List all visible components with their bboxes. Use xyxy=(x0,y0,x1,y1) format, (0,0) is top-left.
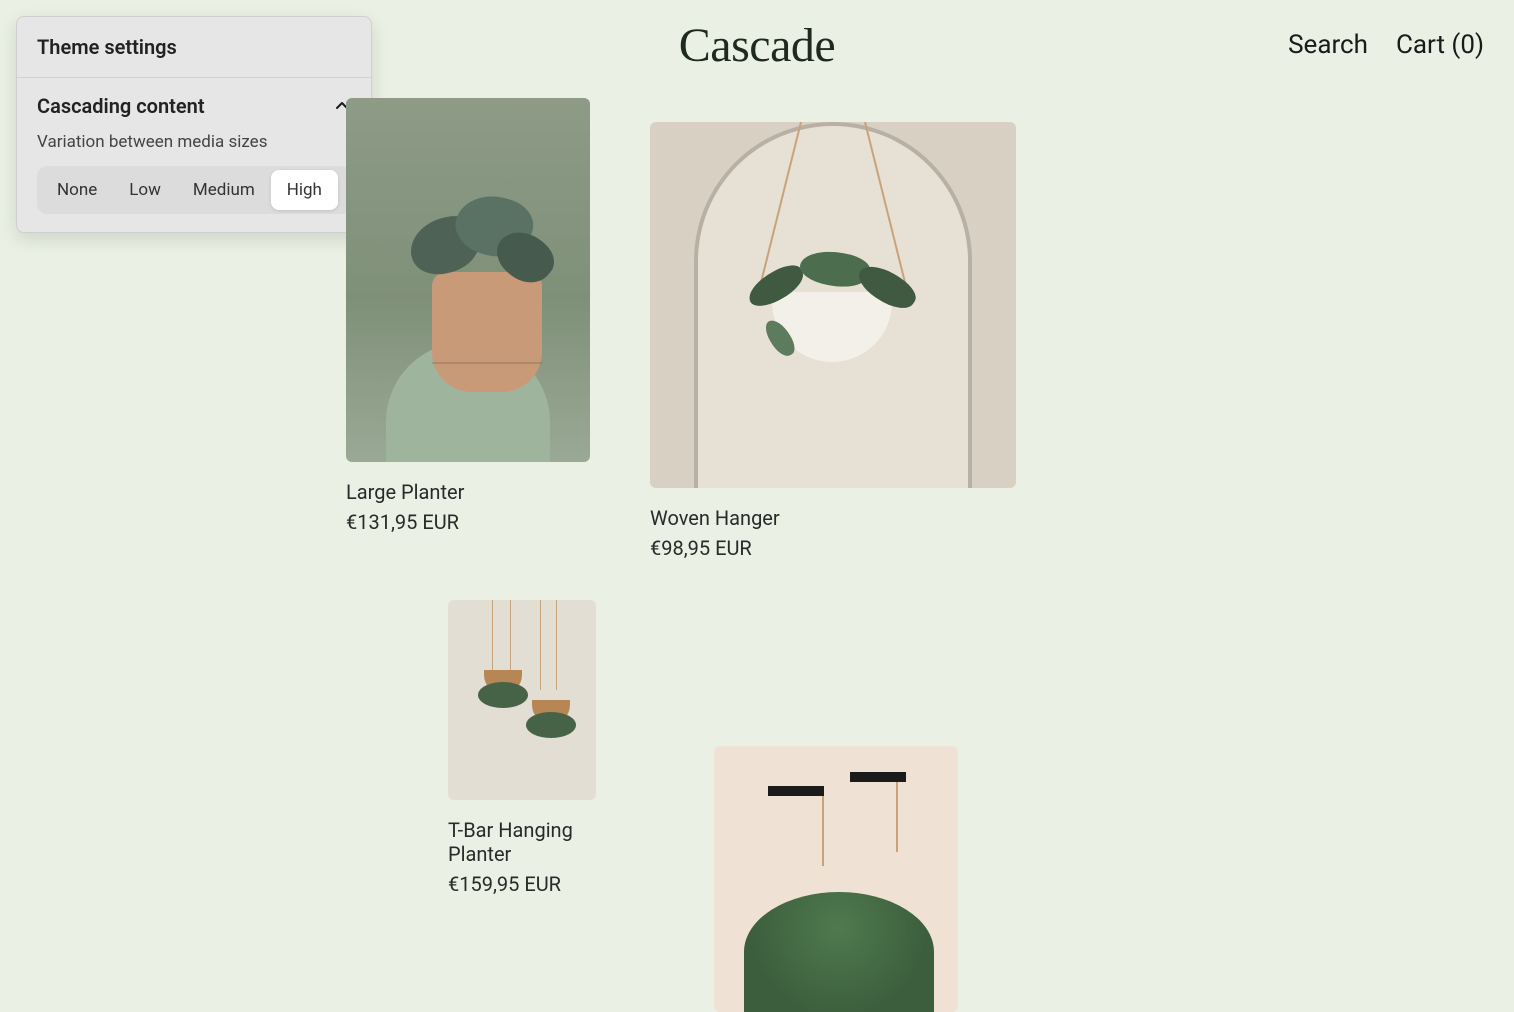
product-price: €98,95 EUR xyxy=(650,536,1016,560)
product-card[interactable] xyxy=(714,746,958,1012)
product-price: €131,95 EUR xyxy=(346,510,590,534)
product-title: Woven Hanger xyxy=(650,506,1016,530)
product-card[interactable]: Large Planter €131,95 EUR xyxy=(346,98,590,534)
product-card[interactable]: Woven Hanger €98,95 EUR xyxy=(650,122,1016,560)
variation-option-medium[interactable]: Medium xyxy=(177,170,271,210)
product-image xyxy=(650,122,1016,488)
section-toggle[interactable]: Cascading content xyxy=(37,94,351,118)
variation-option-high[interactable]: High xyxy=(271,170,338,210)
product-title: Large Planter xyxy=(346,480,590,504)
theme-settings-title: Theme settings xyxy=(17,17,371,78)
product-title: T-Bar Hanging Planter xyxy=(448,818,596,866)
variation-option-low[interactable]: Low xyxy=(113,170,177,210)
search-link[interactable]: Search xyxy=(1288,30,1368,60)
section-subtitle: Variation between media sizes xyxy=(37,132,351,152)
product-price: €159,95 EUR xyxy=(448,872,596,896)
product-card[interactable]: T-Bar Hanging Planter €159,95 EUR xyxy=(448,600,596,896)
variation-segmented-control: None Low Medium High xyxy=(37,166,351,214)
cart-link[interactable]: Cart (0) xyxy=(1396,30,1484,60)
section-title: Cascading content xyxy=(37,94,205,118)
variation-option-none[interactable]: None xyxy=(41,170,113,210)
product-image xyxy=(448,600,596,800)
brand-logo[interactable]: Cascade xyxy=(679,18,835,73)
header-actions: Search Cart (0) xyxy=(1288,0,1484,90)
theme-settings-panel: Theme settings Cascading content Variati… xyxy=(16,16,372,233)
cascading-content-section: Cascading content Variation between medi… xyxy=(17,78,371,232)
product-image xyxy=(346,98,590,462)
product-image xyxy=(714,746,958,1012)
